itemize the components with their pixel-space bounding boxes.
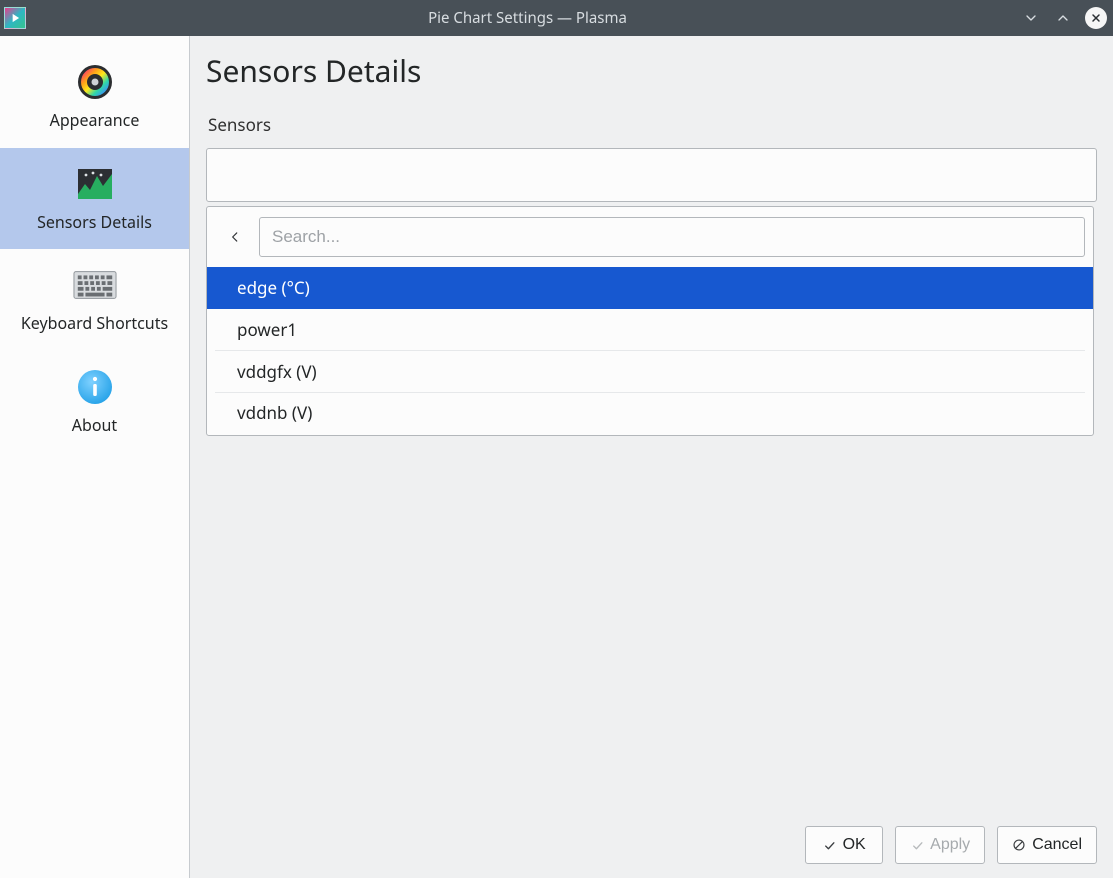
main-panel: Sensors Details Sensors edge (°C) <box>190 36 1113 878</box>
sensor-option-list: edge (°C) power1 vddgfx (V) vddnb (V) <box>215 267 1085 435</box>
sidebar-item-appearance[interactable]: Appearance <box>0 46 189 148</box>
sidebar-item-sensors-details[interactable]: Sensors Details <box>0 148 189 250</box>
sidebar-item-about[interactable]: About <box>0 351 189 453</box>
sensor-option-label: power1 <box>237 318 297 341</box>
close-icon[interactable] <box>1085 7 1107 29</box>
apply-button-label: Apply <box>930 836 970 854</box>
window-titlebar: Pie Chart Settings — Plasma <box>0 0 1113 36</box>
ok-button[interactable]: OK <box>805 826 883 864</box>
sensors-details-icon <box>73 162 117 206</box>
settings-sidebar: Appearance Sensors Details <box>0 36 190 878</box>
maximize-icon[interactable] <box>1053 8 1073 28</box>
app-icon <box>4 7 26 29</box>
info-icon <box>73 365 117 409</box>
sidebar-item-label: Sensors Details <box>37 214 152 232</box>
sensor-option[interactable]: edge (°C) <box>207 267 1093 309</box>
sidebar-item-label: About <box>72 417 117 435</box>
check-icon <box>910 838 924 852</box>
sensors-field[interactable] <box>206 148 1097 202</box>
appearance-icon <box>73 60 117 104</box>
dialog-footer: OK Apply Cancel <box>190 814 1113 878</box>
sidebar-item-keyboard-shortcuts[interactable]: Keyboard Shortcuts <box>0 249 189 351</box>
sensor-picker-popup: edge (°C) power1 vddgfx (V) vddnb (V) <box>206 206 1094 436</box>
back-button[interactable] <box>221 221 249 253</box>
keyboard-icon <box>73 263 117 307</box>
ok-button-label: OK <box>843 836 866 854</box>
sensor-option[interactable]: vddnb (V) <box>215 393 1085 435</box>
sensor-option-label: edge (°C) <box>237 276 310 299</box>
sidebar-item-label: Appearance <box>50 112 140 130</box>
sensor-option[interactable]: power1 <box>215 309 1085 351</box>
cancel-button[interactable]: Cancel <box>997 826 1097 864</box>
apply-button[interactable]: Apply <box>895 826 985 864</box>
sidebar-item-label: Keyboard Shortcuts <box>21 315 168 333</box>
sensor-option-label: vddnb (V) <box>237 401 312 424</box>
search-input[interactable] <box>259 217 1085 257</box>
cancel-button-label: Cancel <box>1032 836 1082 854</box>
check-icon <box>823 838 837 852</box>
window-controls <box>1021 7 1107 29</box>
window-title: Pie Chart Settings — Plasma <box>34 8 1021 28</box>
minimize-icon[interactable] <box>1021 8 1041 28</box>
cancel-icon <box>1012 838 1026 852</box>
sensors-section-label: Sensors <box>208 113 1097 136</box>
page-title: Sensors Details <box>206 50 1097 91</box>
sensor-option-label: vddgfx (V) <box>237 360 317 383</box>
sensor-option[interactable]: vddgfx (V) <box>215 351 1085 393</box>
